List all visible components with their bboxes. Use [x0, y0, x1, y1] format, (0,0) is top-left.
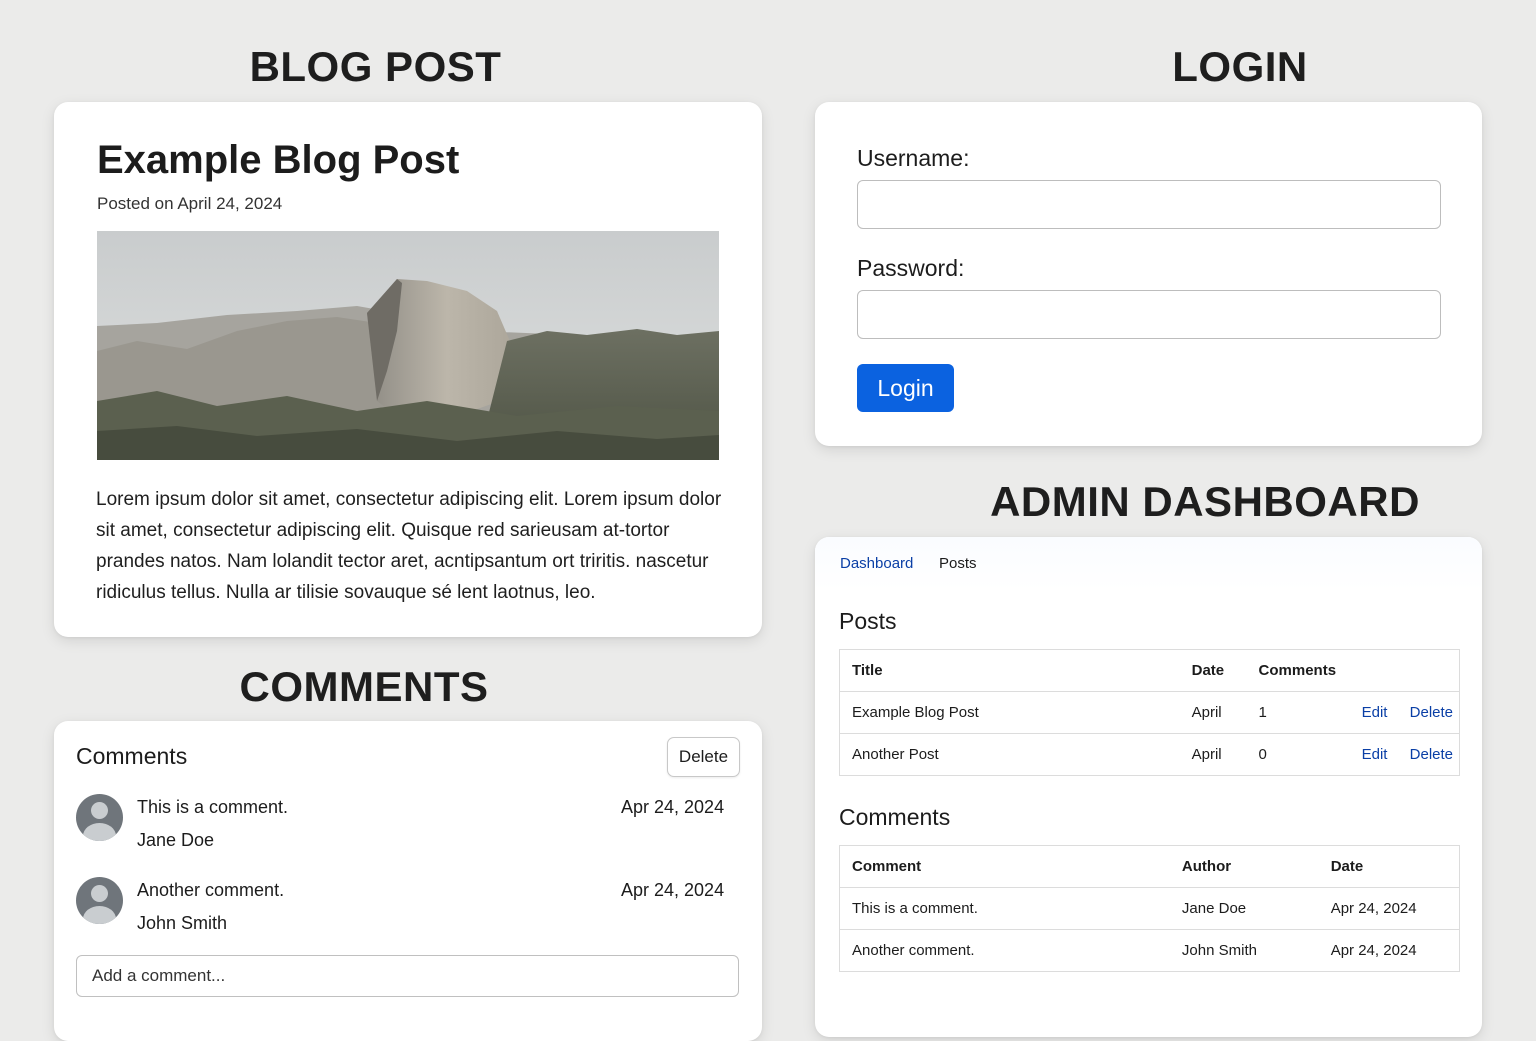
blog-post-title: Example Blog Post [97, 138, 460, 182]
post-title: Another Post [852, 746, 939, 763]
column-header: Date [1179, 649, 1247, 692]
password-input[interactable] [857, 290, 1441, 339]
comment-author: John Smith [137, 913, 228, 933]
table-row: Another Post April 0 Edit Delete [840, 734, 1460, 776]
blog-post-body: Lorem ipsum dolor sit amet, consectetur … [96, 489, 722, 603]
comment-item: This is a comment. Jane Doe Apr 24, 2024 [76, 794, 736, 864]
column-header: Title [839, 649, 1180, 692]
blog-post-date: Posted on April 24, 2024 [97, 194, 283, 213]
user-avatar-icon [76, 877, 123, 924]
add-comment-input[interactable] [76, 955, 739, 997]
column-header: Comment [839, 845, 1170, 888]
comments-card: Comments Delete This is a comment. Jane … [54, 721, 762, 1041]
delete-post-link[interactable]: Delete [1410, 704, 1453, 721]
login-button[interactable]: Login [857, 364, 954, 412]
comment-item: Another comment. John Smith Apr 24, 2024 [76, 877, 736, 947]
table-row: Example Blog Post April 1 Edit Delete [839, 691, 1460, 734]
post-date: April [1191, 746, 1222, 763]
column-header: Comments [1246, 649, 1337, 692]
post-actions: Edit Delete [1337, 734, 1460, 776]
user-avatar-icon [76, 794, 123, 841]
comment-text: This is a comment. [137, 797, 289, 817]
comment-cell: This is a comment. [839, 887, 1170, 930]
column-header: Date [1318, 845, 1460, 888]
admin-section-heading: ADMIN DASHBOARD [990, 478, 1420, 525]
comments-title: Comments [76, 743, 188, 769]
login-section-heading: LOGIN [1172, 43, 1308, 90]
username-label: Username: [857, 145, 970, 171]
username-input[interactable] [857, 180, 1441, 229]
nav-posts-link[interactable]: Posts [939, 555, 977, 572]
blog-post-image [97, 231, 719, 460]
post-date: April [1179, 691, 1247, 734]
admin-dashboard-card: Dashboard Posts Posts Title Date Comment… [815, 537, 1482, 1037]
author-cell: John Smith [1181, 942, 1257, 959]
post-comment-count: 1 [1246, 691, 1337, 734]
blog-post-card: Example Blog Post Posted on April 24, 20… [54, 102, 762, 637]
date-cell: Apr 24, 2024 [1330, 942, 1417, 959]
admin-comments-title: Comments [839, 804, 951, 830]
comment-cell: Another comment. [852, 942, 975, 959]
comments-section-heading: COMMENTS [239, 663, 489, 710]
delete-post-link[interactable]: Delete [1410, 746, 1453, 763]
comment-text: Another comment. [137, 880, 285, 900]
edit-post-link[interactable]: Edit [1362, 746, 1388, 763]
post-title-link[interactable]: Example Blog Post [839, 691, 1180, 734]
password-label: Password: [857, 255, 965, 281]
posts-table: Title Date Comments Example Blog Post Ap… [839, 649, 1460, 776]
admin-posts-title: Posts [839, 608, 897, 634]
author-cell: Jane Doe [1169, 887, 1319, 930]
comment-date: Apr 24, 2024 [621, 880, 725, 900]
blog-section-heading: BLOG POST [249, 43, 502, 90]
admin-nav: Dashboard Posts [815, 537, 1482, 591]
post-actions: Edit Delete [1336, 691, 1460, 734]
edit-post-link[interactable]: Edit [1362, 704, 1388, 721]
comments-table: Comment Author Date This is a comment. J… [839, 845, 1460, 972]
column-header: Author [1169, 845, 1319, 888]
table-row: This is a comment. Jane Doe Apr 24, 2024 [839, 887, 1460, 930]
comment-date: Apr 24, 2024 [621, 797, 725, 817]
column-header [1336, 649, 1460, 692]
comment-author: Jane Doe [137, 830, 215, 850]
table-row: Another comment. John Smith Apr 24, 2024 [840, 930, 1460, 972]
date-cell: Apr 24, 2024 [1318, 887, 1460, 930]
post-comment-count: 0 [1258, 746, 1267, 763]
delete-comments-button[interactable]: Delete [667, 737, 740, 777]
table-header-row: Comment Author Date [839, 845, 1460, 888]
login-card: Username: Password: Login [815, 102, 1482, 446]
nav-dashboard-link[interactable]: Dashboard [840, 555, 913, 572]
table-header-row: Title Date Comments [839, 649, 1460, 692]
